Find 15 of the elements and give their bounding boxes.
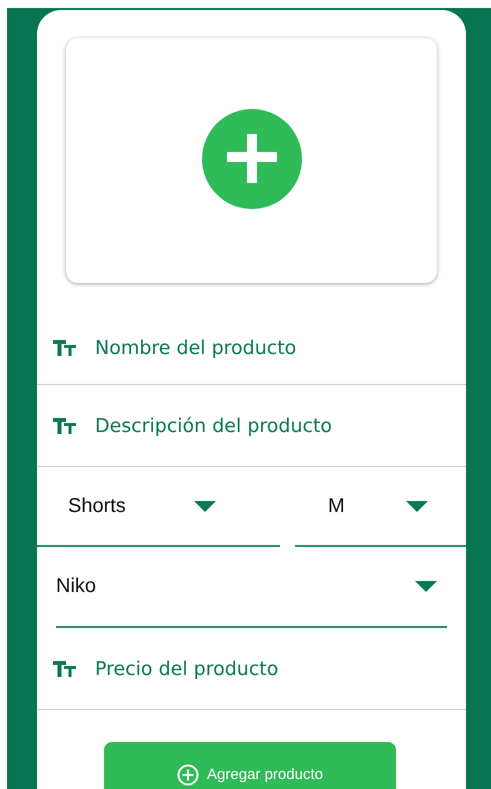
input-field[interactable]: Descripción del producto (95, 414, 435, 436)
dropdown-caret-icon (194, 500, 216, 512)
text-format-icon (53, 338, 77, 356)
add-icon (202, 108, 302, 208)
dropdown-field[interactable]: M (295, 467, 466, 547)
text-format-icon (53, 416, 77, 434)
input-field[interactable]: Nombre del producto (95, 336, 435, 358)
dropdown-caret-icon (406, 500, 428, 512)
text-format-icon (53, 660, 77, 678)
image-picker[interactable] (66, 38, 437, 283)
dropdown-caret-icon (415, 581, 437, 592)
input-field[interactable]: Precio del producto (95, 658, 435, 680)
dropdown-field[interactable]: Niko (56, 547, 447, 628)
add-icon (177, 764, 200, 786)
dropdown-field[interactable]: Shorts (37, 467, 280, 547)
